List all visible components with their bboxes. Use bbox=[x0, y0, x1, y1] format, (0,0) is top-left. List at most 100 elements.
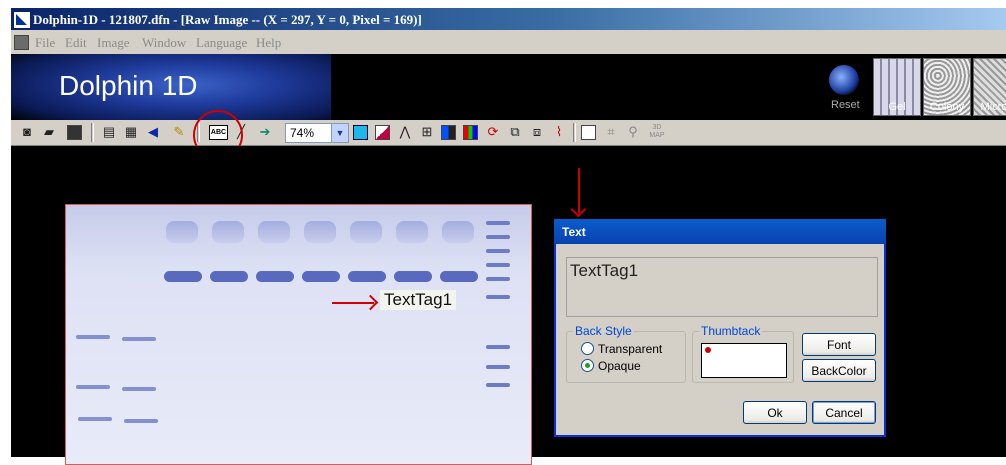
text-input[interactable]: TextTag1 bbox=[566, 257, 878, 317]
thumbtack-label: Thumbtack bbox=[699, 324, 763, 338]
mode-colony-label: Colony bbox=[929, 101, 965, 113]
dialog-title: Text bbox=[562, 225, 586, 239]
zoom-select[interactable]: 74% ▼ bbox=[285, 123, 349, 143]
arrow-tool-icon[interactable]: ◀ bbox=[145, 124, 161, 140]
color-icon[interactable] bbox=[375, 125, 390, 140]
menu-help[interactable]: Help bbox=[256, 35, 281, 51]
magnify-icon[interactable]: ⚲ bbox=[625, 124, 641, 140]
thumbtack-group: Thumbtack bbox=[692, 324, 794, 383]
toolbar-separator bbox=[573, 123, 576, 142]
menu-edit[interactable]: Edit bbox=[65, 35, 87, 51]
gel-smear bbox=[166, 221, 198, 243]
ladder-band bbox=[486, 277, 510, 281]
cancel-button[interactable]: Cancel bbox=[812, 401, 876, 424]
gel-band bbox=[76, 335, 110, 339]
menu-bar: File Edit Image Window Language Help bbox=[11, 30, 1006, 54]
gel-band bbox=[122, 387, 156, 391]
ladder-band bbox=[486, 295, 510, 299]
mode-gel-label: Gel bbox=[888, 101, 906, 113]
ladder-band bbox=[486, 221, 510, 225]
ladder-band bbox=[486, 365, 510, 369]
gel-smear bbox=[304, 221, 336, 243]
toolbar: ◙ ▰ ▤ ▦ ◀ ✎ ABC ╱ ➔ 74% ▼ ⋀ ⊞ ⟳ ⧉ ⧈ ⌇ ⌗ … bbox=[11, 120, 1006, 146]
reset-icon[interactable] bbox=[829, 65, 859, 95]
gel-smear bbox=[442, 221, 474, 243]
reset-label[interactable]: Reset bbox=[831, 99, 860, 111]
transparent-radio[interactable]: Transparent bbox=[581, 342, 662, 356]
ladder-band bbox=[486, 345, 510, 349]
refresh-icon[interactable]: ⟳ bbox=[485, 124, 501, 140]
gel-band bbox=[394, 271, 432, 282]
gel-smear bbox=[396, 221, 428, 243]
save-icon[interactable] bbox=[67, 125, 82, 140]
menu-file[interactable]: File bbox=[35, 35, 55, 51]
menu-window[interactable]: Window bbox=[142, 35, 186, 51]
ok-button[interactable]: Ok bbox=[743, 401, 807, 424]
back-style-group: Back Style Transparent Opaque bbox=[566, 324, 686, 383]
gel-band bbox=[256, 271, 294, 282]
edit-icon[interactable]: ✎ bbox=[171, 124, 187, 140]
gel-band bbox=[210, 271, 248, 282]
dolphin-app-icon[interactable] bbox=[13, 11, 31, 29]
gel-band bbox=[76, 385, 110, 389]
histogram-icon[interactable] bbox=[441, 125, 456, 140]
opaque-radio[interactable]: Opaque bbox=[581, 359, 641, 373]
text-input-value: TextTag1 bbox=[570, 261, 639, 280]
open-folder-icon[interactable]: ▰ bbox=[41, 124, 57, 140]
export-icon[interactable]: ➔ bbox=[257, 124, 273, 140]
gel-band bbox=[164, 271, 202, 282]
gel-band bbox=[122, 337, 156, 341]
document-system-icon[interactable] bbox=[14, 35, 29, 50]
camera-icon[interactable]: ◙ bbox=[19, 124, 35, 140]
print-icon[interactable]: ▤ bbox=[101, 124, 117, 140]
toolbar-separator bbox=[91, 123, 94, 142]
menu-language[interactable]: Language bbox=[196, 35, 247, 51]
gel-band bbox=[440, 271, 478, 282]
mode-micro-button[interactable]: Micro bbox=[973, 58, 1006, 116]
mode-micro-label: Micro bbox=[980, 101, 1006, 113]
brand-banner: Dolphin 1D Reset Gel Colony Micro bbox=[11, 54, 1006, 120]
ladder-band bbox=[486, 263, 510, 267]
window-title: Dolphin-1D - 121807.dfn - [Raw Image -- … bbox=[33, 12, 422, 27]
page-setup-icon[interactable]: ▦ bbox=[123, 124, 139, 140]
gel-smear bbox=[258, 221, 290, 243]
thumbtack-preview[interactable] bbox=[701, 343, 787, 378]
profile-icon[interactable]: ⋀ bbox=[397, 124, 413, 140]
back-style-label: Back Style bbox=[573, 324, 634, 338]
backcolor-button[interactable]: BackColor bbox=[802, 359, 876, 382]
ladder-band bbox=[486, 249, 510, 253]
gel-band bbox=[124, 419, 158, 423]
waveform-icon[interactable]: ⌇ bbox=[551, 124, 567, 140]
gel-image[interactable] bbox=[65, 204, 532, 465]
grid-icon[interactable]: ⊞ bbox=[419, 124, 435, 140]
3d-map-icon[interactable]: 3D MAP bbox=[649, 124, 665, 140]
text-dialog: Text TextTag1 Back Style Transparent Opa… bbox=[554, 219, 886, 437]
text-tag-on-gel[interactable]: TextTag1 bbox=[380, 290, 457, 310]
opaque-label: Opaque bbox=[598, 359, 641, 373]
app-logo: Dolphin 1D bbox=[59, 70, 198, 101]
select-rect-icon[interactable] bbox=[581, 125, 596, 140]
gel-smear bbox=[212, 221, 244, 243]
lane-icon[interactable]: ⧉ bbox=[507, 124, 523, 140]
menu-image[interactable]: Image bbox=[97, 35, 129, 51]
ladder-band bbox=[486, 235, 510, 239]
chevron-down-icon[interactable]: ▼ bbox=[331, 124, 348, 142]
gel-smear bbox=[350, 221, 382, 243]
crop-icon[interactable]: ⌗ bbox=[603, 124, 619, 140]
transparent-label: Transparent bbox=[598, 342, 663, 356]
band-icon[interactable]: ⧈ bbox=[529, 124, 545, 140]
fit-icon[interactable] bbox=[353, 125, 368, 140]
mode-colony-button[interactable]: Colony bbox=[923, 58, 971, 116]
mode-gel-button[interactable]: Gel bbox=[873, 58, 921, 116]
gel-band bbox=[348, 271, 386, 282]
red-annotation-arrow bbox=[332, 302, 374, 304]
ladder-band bbox=[486, 383, 510, 387]
font-button[interactable]: Font bbox=[802, 333, 876, 356]
gel-band bbox=[78, 417, 112, 421]
gel-band bbox=[302, 271, 340, 282]
red-annotation-arrow bbox=[578, 168, 580, 213]
color-channels-icon[interactable] bbox=[463, 125, 478, 140]
dialog-title-bar[interactable]: Text bbox=[554, 219, 886, 244]
title-bar[interactable]: Dolphin-1D - 121807.dfn - [Raw Image -- … bbox=[11, 8, 1006, 30]
zoom-value: 74% bbox=[290, 126, 315, 140]
